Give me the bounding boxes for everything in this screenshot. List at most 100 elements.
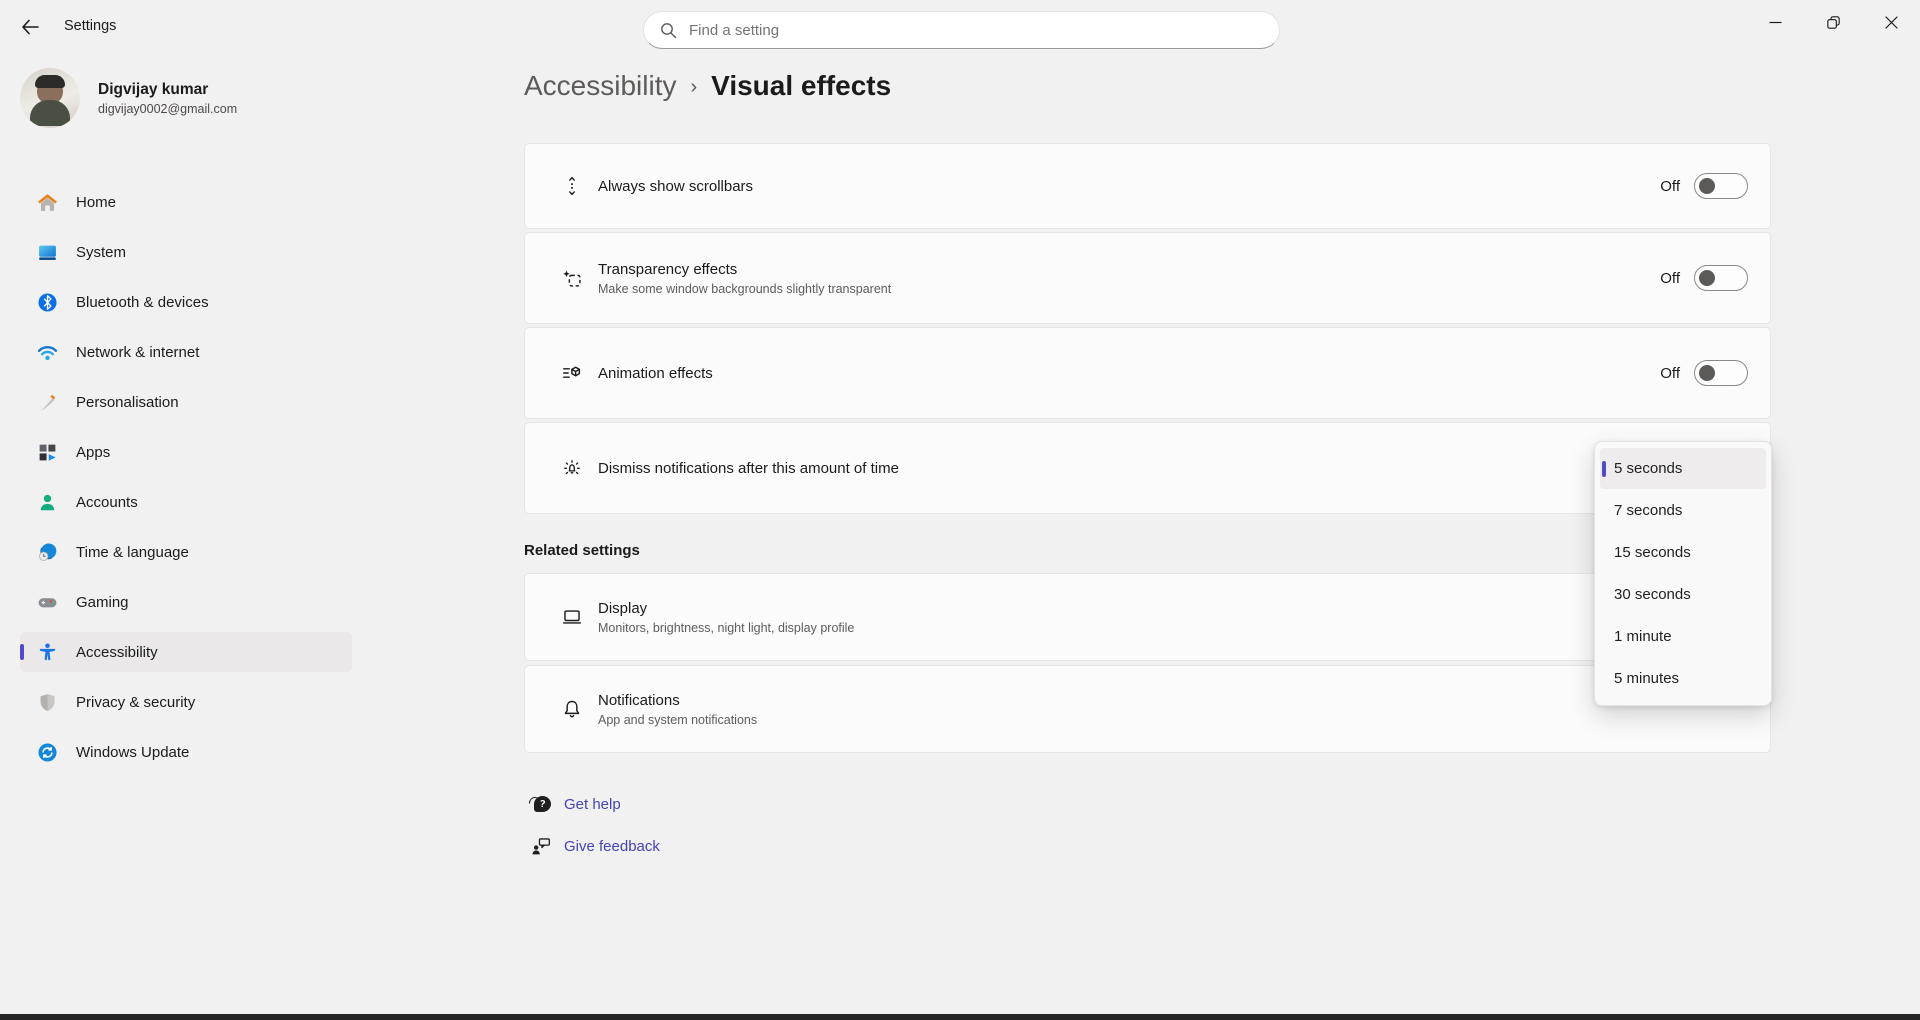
dropdown-option-5-seconds[interactable]: 5 seconds xyxy=(1600,448,1766,489)
transparency-icon xyxy=(561,267,583,289)
sidebar-item-system[interactable]: System xyxy=(20,232,352,272)
user-name: Digvijay kumar xyxy=(98,81,237,99)
give-feedback-label: Give feedback xyxy=(564,838,660,855)
give-feedback-link[interactable]: Give feedback xyxy=(530,829,660,863)
gaming-icon xyxy=(36,591,58,613)
sidebar-item-label: Privacy & security xyxy=(76,694,195,711)
bottom-edge xyxy=(0,1014,1920,1020)
avatar xyxy=(20,68,80,128)
sidebar-item-label: Windows Update xyxy=(76,744,189,761)
user-profile[interactable]: Digvijay kumar digvijay0002@gmail.com xyxy=(20,68,237,128)
search-icon xyxy=(660,22,677,39)
sidebar-item-bluetooth[interactable]: Bluetooth & devices xyxy=(20,282,352,322)
close-icon xyxy=(1884,15,1899,30)
sidebar: Digvijay kumar digvijay0002@gmail.com Ho… xyxy=(0,52,372,1020)
sidebar-item-time-language[interactable]: Time & language xyxy=(20,532,352,572)
animation-effects-icon xyxy=(561,362,583,384)
related-subtitle: App and system notifications xyxy=(598,713,1748,727)
restore-icon xyxy=(1825,14,1842,31)
give-feedback-icon xyxy=(530,835,554,857)
sidebar-item-label: Time & language xyxy=(76,544,189,561)
related-title: Display xyxy=(598,600,1748,617)
minimize-button[interactable] xyxy=(1746,0,1804,44)
dropdown-option-7-seconds[interactable]: 7 seconds xyxy=(1600,490,1766,531)
dropdown-option-15-seconds[interactable]: 15 seconds xyxy=(1600,532,1766,573)
dropdown-option-1-minute[interactable]: 1 minute xyxy=(1600,616,1766,657)
sidebar-item-gaming[interactable]: Gaming xyxy=(20,582,352,622)
display-icon xyxy=(561,606,583,628)
get-help-link[interactable]: ? Get help xyxy=(530,787,660,821)
setting-row-always-show-scrollbars: Always show scrollbars Off xyxy=(524,143,1771,229)
toggle-knob xyxy=(1699,270,1715,286)
search-input[interactable] xyxy=(689,22,1263,39)
toggle-state-label: Off xyxy=(1660,270,1680,287)
user-email: digvijay0002@gmail.com xyxy=(98,102,237,116)
setting-row-animation-effects: Animation effects Off xyxy=(524,327,1771,419)
window-controls xyxy=(1746,0,1920,44)
titlebar: Settings xyxy=(0,0,1920,52)
related-settings-header: Related settings xyxy=(524,542,640,559)
setting-title: Always show scrollbars xyxy=(598,178,1660,195)
search-box[interactable] xyxy=(643,11,1280,49)
transparency-toggle[interactable] xyxy=(1694,265,1748,291)
related-title: Notifications xyxy=(598,692,1748,709)
sidebar-item-label: Apps xyxy=(76,444,110,461)
setting-row-transparency-effects: Transparency effects Make some window ba… xyxy=(524,232,1771,324)
accounts-icon xyxy=(36,491,58,513)
settings-window: { "window": { "title": "Settings", "sear… xyxy=(0,0,1920,1020)
sidebar-item-label: Gaming xyxy=(76,594,129,611)
sidebar-item-label: System xyxy=(76,244,126,261)
animation-toggle[interactable] xyxy=(1694,360,1748,386)
sidebar-item-label: Home xyxy=(76,194,116,211)
related-subtitle: Monitors, brightness, night light, displ… xyxy=(598,621,1748,635)
settings-cards: Always show scrollbars Off Transparency … xyxy=(524,143,1771,517)
sidebar-item-accounts[interactable]: Accounts xyxy=(20,482,352,522)
page-title: Visual effects xyxy=(711,70,891,102)
setting-title: Dismiss notifications after this amount … xyxy=(598,460,1748,477)
back-button[interactable] xyxy=(14,12,46,42)
dropdown-option-5-minutes[interactable]: 5 minutes xyxy=(1600,658,1766,699)
sidebar-nav: Home System Bluetooth & devices Network … xyxy=(6,182,366,782)
system-icon xyxy=(36,241,58,263)
dismiss-notifications-icon xyxy=(561,457,583,479)
get-help-icon: ? xyxy=(530,793,554,815)
apps-icon xyxy=(36,441,58,463)
sidebar-item-personalisation[interactable]: Personalisation xyxy=(20,382,352,422)
footer-links: ? Get help Give feedback xyxy=(530,787,660,871)
related-settings: Display Monitors, brightness, night ligh… xyxy=(524,573,1771,757)
get-help-label: Get help xyxy=(564,796,621,813)
sidebar-item-home[interactable]: Home xyxy=(20,182,352,222)
privacy-icon xyxy=(36,691,58,713)
back-arrow-icon xyxy=(21,19,39,35)
toggle-state-label: Off xyxy=(1660,178,1680,195)
notifications-icon xyxy=(561,698,583,720)
app-title: Settings xyxy=(64,18,116,34)
setting-row-dismiss-notifications: Dismiss notifications after this amount … xyxy=(524,422,1771,514)
sidebar-item-label: Personalisation xyxy=(76,394,179,411)
toggle-knob xyxy=(1699,365,1715,381)
breadcrumb-parent[interactable]: Accessibility xyxy=(524,70,676,102)
windows-update-icon xyxy=(36,741,58,763)
scrollbars-icon xyxy=(561,175,583,197)
home-icon xyxy=(36,191,58,213)
sidebar-item-apps[interactable]: Apps xyxy=(20,432,352,472)
setting-title: Animation effects xyxy=(598,365,1660,382)
scrollbars-toggle[interactable] xyxy=(1694,173,1748,199)
related-row-notifications[interactable]: Notifications App and system notificatio… xyxy=(524,665,1771,753)
toggle-knob xyxy=(1699,178,1715,194)
dropdown-option-30-seconds[interactable]: 30 seconds xyxy=(1600,574,1766,615)
sidebar-item-accessibility[interactable]: Accessibility xyxy=(20,632,352,672)
sidebar-item-windows-update[interactable]: Windows Update xyxy=(20,732,352,772)
related-row-display[interactable]: Display Monitors, brightness, night ligh… xyxy=(524,573,1771,661)
sidebar-item-privacy[interactable]: Privacy & security xyxy=(20,682,352,722)
sidebar-item-network[interactable]: Network & internet xyxy=(20,332,352,372)
dismiss-time-dropdown-menu: 5 seconds 7 seconds 15 seconds 30 second… xyxy=(1594,441,1772,706)
breadcrumb-separator-icon: › xyxy=(690,76,697,99)
maximize-button[interactable] xyxy=(1804,0,1862,44)
sidebar-item-label: Accessibility xyxy=(76,644,158,661)
time-language-icon xyxy=(36,541,58,563)
close-button[interactable] xyxy=(1862,0,1920,44)
setting-title: Transparency effects xyxy=(598,261,1660,278)
sidebar-item-label: Network & internet xyxy=(76,344,199,361)
minimize-icon xyxy=(1768,15,1783,30)
